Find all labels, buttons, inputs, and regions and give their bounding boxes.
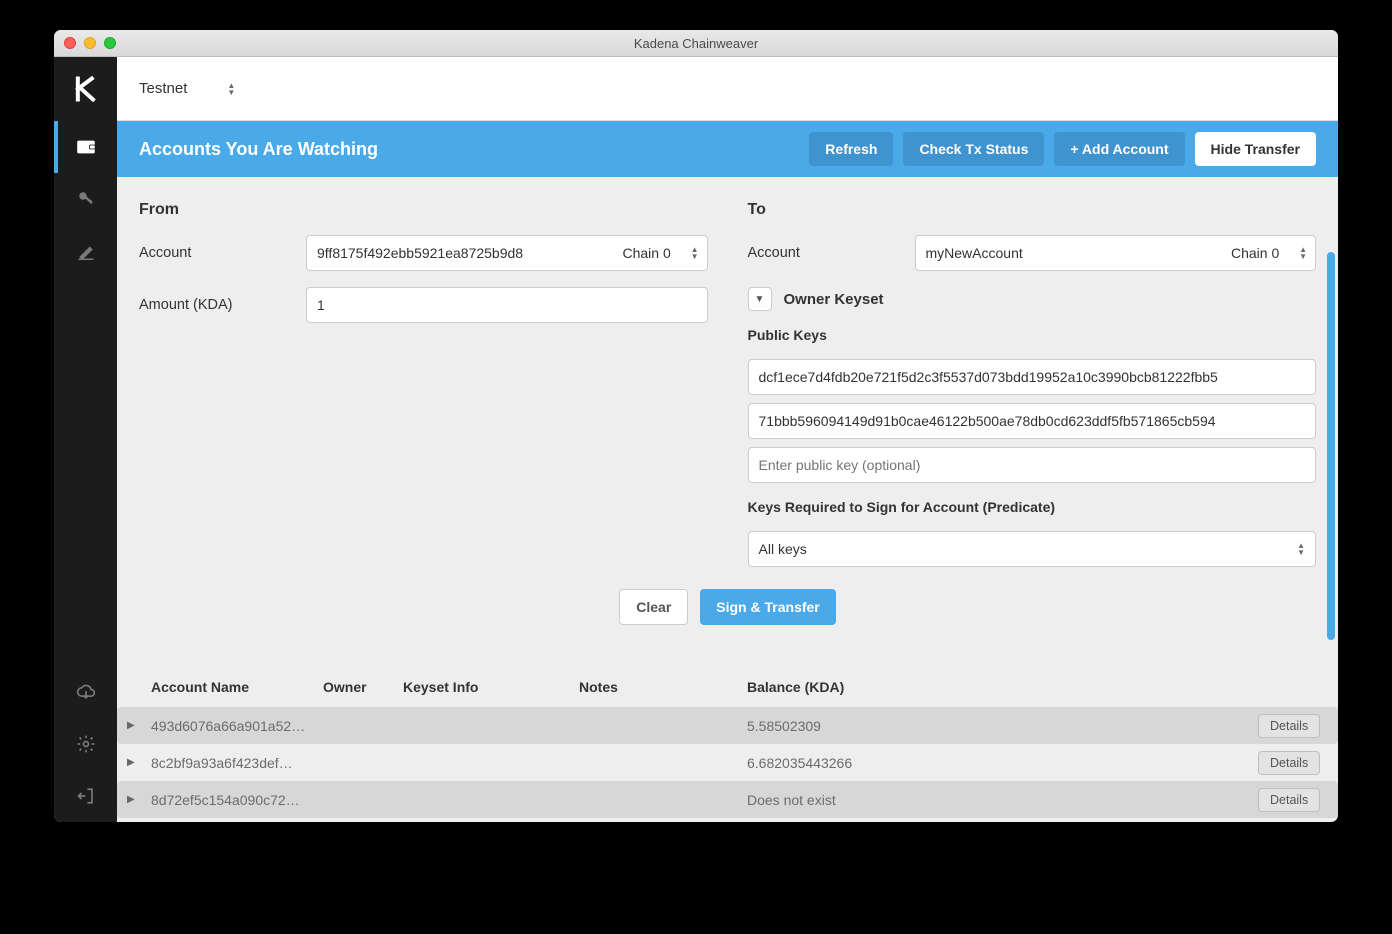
public-key-1[interactable]: dcf1ece7d4fdb20e721f5d2c3f5537d073bdd199… [748, 359, 1317, 395]
details-button[interactable]: Details [1258, 788, 1320, 812]
col-account-name: Account Name [151, 679, 323, 695]
main-content: Testnet ▲▼ Accounts You Are Watching Ref… [117, 57, 1338, 822]
stepper-icon: ▲▼ [1299, 246, 1307, 260]
refresh-button[interactable]: Refresh [809, 132, 893, 166]
from-account-label: Account [139, 245, 294, 261]
to-chain-select[interactable]: Chain 0 ▲▼ [1219, 235, 1316, 271]
accounts-header: Accounts You Are Watching Refresh Check … [117, 121, 1338, 177]
to-account-input[interactable] [915, 235, 1224, 271]
network-value: Testnet [139, 80, 187, 97]
table-row: ▶8d72ef5c154a090c72… Does not existDetail… [117, 781, 1338, 818]
to-column: To Account Chain 0 ▲▼ [748, 201, 1317, 567]
public-key-new-input[interactable] [748, 447, 1317, 483]
expand-row-icon[interactable]: ▶ [127, 757, 151, 768]
expand-row-icon[interactable]: ▶ [127, 794, 151, 805]
from-column: From Account Chain 0 ▲▼ [139, 201, 708, 567]
table-row: ▶493d6076a66a901a52… 5.58502309Details [117, 707, 1338, 744]
nav-cloud[interactable] [54, 666, 117, 718]
window-title: Kadena Chainweaver [54, 36, 1338, 51]
titlebar: Kadena Chainweaver [54, 30, 1338, 57]
stepper-icon: ▲▼ [1297, 542, 1305, 556]
nav-contracts[interactable] [54, 225, 117, 277]
transfer-panel: From Account Chain 0 ▲▼ [117, 177, 1338, 822]
traffic-lights [64, 37, 116, 49]
app-window: Kadena Chainweaver [54, 30, 1338, 822]
from-chain-select[interactable]: Chain 0 ▲▼ [611, 235, 708, 271]
public-key-2[interactable]: 71bbb596094149d91b0cae46122b500ae78db0cd… [748, 403, 1317, 439]
sign-transfer-button[interactable]: Sign & Transfer [700, 589, 835, 625]
collapse-keyset-button[interactable]: ▼ [748, 287, 772, 311]
cell-balance: Does not exist [747, 792, 1258, 808]
close-window[interactable] [64, 37, 76, 49]
table-row: ▶8c2bf9a93a6f423def… 6.682035443266Detail… [117, 744, 1338, 781]
minimize-window[interactable] [84, 37, 96, 49]
sidebar [54, 57, 117, 822]
clear-button[interactable]: Clear [619, 589, 688, 625]
predicate-label: Keys Required to Sign for Account (Predi… [748, 499, 1317, 515]
col-notes: Notes [579, 679, 747, 695]
network-select[interactable]: Testnet ▲▼ [139, 80, 235, 97]
nav-logout[interactable] [54, 770, 117, 822]
nav-keys[interactable] [54, 173, 117, 225]
to-label: To [748, 201, 1317, 219]
table-header: Account Name Owner Keyset Info Notes Bal… [117, 667, 1338, 707]
amount-label: Amount (KDA) [139, 297, 294, 313]
predicate-select[interactable]: All keys ▲▼ [748, 531, 1317, 567]
transfer-actions: Clear Sign & Transfer [139, 589, 1316, 625]
expand-row-icon[interactable]: ▶ [127, 720, 151, 731]
nav-wallet[interactable] [54, 121, 117, 173]
col-owner: Owner [323, 679, 403, 695]
logo-k [54, 57, 117, 121]
cell-account-name: 8c2bf9a93a6f423def… [151, 755, 323, 771]
amount-input[interactable] [306, 287, 708, 323]
details-button[interactable]: Details [1258, 751, 1320, 775]
hide-transfer-button[interactable]: Hide Transfer [1195, 132, 1316, 166]
cell-balance: 6.682035443266 [747, 755, 1258, 771]
stepper-icon: ▲▼ [691, 246, 699, 260]
cell-account-name: 8d72ef5c154a090c72… [151, 792, 323, 808]
vertical-scrollbar[interactable] [1327, 252, 1335, 640]
nav-settings[interactable] [54, 718, 117, 770]
accounts-table: Account Name Owner Keyset Info Notes Bal… [117, 667, 1338, 818]
col-keyset: Keyset Info [403, 679, 579, 695]
check-tx-button[interactable]: Check Tx Status [903, 132, 1044, 166]
from-label: From [139, 201, 708, 219]
header-title: Accounts You Are Watching [139, 139, 799, 160]
zoom-window[interactable] [104, 37, 116, 49]
owner-keyset-header: ▼ Owner Keyset [748, 287, 1317, 311]
details-button[interactable]: Details [1258, 714, 1320, 738]
cell-account-name: 493d6076a66a901a52… [151, 718, 323, 734]
app-body: Testnet ▲▼ Accounts You Are Watching Ref… [54, 57, 1338, 822]
col-balance: Balance (KDA) [747, 679, 1258, 695]
stepper-icon: ▲▼ [227, 82, 235, 96]
from-account-input[interactable] [306, 235, 615, 271]
cell-balance: 5.58502309 [747, 718, 1258, 734]
add-account-button[interactable]: + Add Account [1054, 132, 1184, 166]
public-keys-label: Public Keys [748, 327, 1317, 343]
to-account-label: Account [748, 245, 903, 261]
topbar: Testnet ▲▼ [117, 57, 1338, 121]
